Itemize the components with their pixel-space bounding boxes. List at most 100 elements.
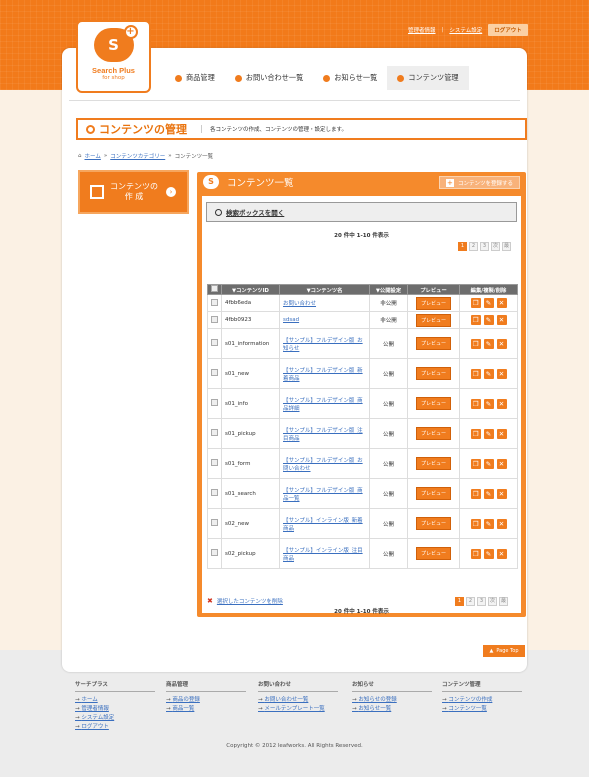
footer-link[interactable]: コンテンツ一覧	[442, 705, 522, 714]
pencil-icon[interactable]: ✎	[483, 368, 494, 379]
footer-link[interactable]: メールテンプレート一覧	[258, 705, 338, 714]
pencil-icon[interactable]: ✎	[483, 428, 494, 439]
close-icon[interactable]: ✕	[496, 428, 507, 439]
page-1[interactable]: 1	[458, 242, 467, 251]
footer-link[interactable]: お知らせ一覧	[352, 705, 432, 714]
page-3[interactable]: 3	[480, 242, 489, 251]
delete-selected-link[interactable]: 選択したコンテンツを削除	[217, 597, 283, 605]
breadcrumb-home[interactable]: ホーム	[85, 152, 101, 160]
copy-icon[interactable]: ❐	[470, 315, 481, 325]
preview-button[interactable]: プレビュー	[415, 547, 451, 560]
row-checkbox[interactable]	[211, 459, 218, 466]
close-icon[interactable]: ✕	[496, 315, 507, 325]
footer-link[interactable]: お知らせの登録	[352, 696, 432, 705]
pencil-icon[interactable]: ✎	[483, 315, 494, 325]
nav-notices[interactable]: お知らせ一覧	[313, 66, 387, 90]
footer-link[interactable]: お問い合わせ一覧	[258, 696, 338, 705]
content-name-link[interactable]: 【サンプル】フルデザイン版_商品詳細	[283, 398, 363, 412]
pencil-icon[interactable]: ✎	[483, 398, 494, 409]
row-checkbox[interactable]	[211, 399, 218, 406]
row-checkbox[interactable]	[211, 315, 218, 323]
pencil-icon[interactable]: ✎	[483, 518, 494, 529]
row-checkbox[interactable]	[211, 298, 218, 306]
content-name-link[interactable]: 【サンプル】インライン版_新着商品	[283, 518, 363, 532]
close-icon[interactable]: ✕	[496, 548, 507, 559]
page-2[interactable]: 2	[466, 597, 475, 606]
header-id[interactable]: ▼コンテンツID	[221, 284, 280, 295]
close-icon[interactable]: ✕	[496, 338, 507, 349]
content-name-link[interactable]: お問い合わせ	[283, 301, 316, 307]
row-checkbox[interactable]	[211, 489, 218, 496]
preview-button[interactable]: プレビュー	[415, 397, 451, 410]
copy-icon[interactable]: ❐	[470, 518, 481, 529]
close-icon[interactable]: ✕	[496, 458, 507, 469]
footer-link[interactable]: コンテンツの作成	[442, 696, 522, 705]
row-checkbox[interactable]	[211, 549, 218, 556]
page-2[interactable]: 2	[469, 242, 478, 251]
search-toggle[interactable]: 検索ボックスを開く	[206, 202, 517, 222]
page-last[interactable]: 最	[499, 597, 508, 606]
nav-inquiries[interactable]: お問い合わせ一覧	[225, 66, 314, 90]
row-checkbox[interactable]	[211, 519, 218, 526]
header-name[interactable]: ▼コンテンツ名	[279, 284, 370, 295]
admin-info-link[interactable]: 管理者情報	[408, 26, 436, 34]
nav-contents[interactable]: コンテンツ管理	[387, 66, 469, 90]
content-name-link[interactable]: sdsad	[283, 317, 299, 323]
system-settings-link[interactable]: システム設定	[449, 26, 482, 34]
page-top-button[interactable]: ▲ Page Top	[483, 645, 525, 657]
preview-button[interactable]: プレビュー	[415, 337, 451, 350]
content-name-link[interactable]: 【サンプル】フルデザイン版_お知らせ	[283, 338, 363, 352]
pencil-icon[interactable]: ✎	[483, 338, 494, 349]
logout-button[interactable]: ログアウト	[488, 23, 528, 36]
close-icon[interactable]: ✕	[496, 298, 507, 308]
close-icon[interactable]: ✕	[496, 398, 507, 409]
content-name-link[interactable]: 【サンプル】フルデザイン版_お問い合わせ	[283, 458, 363, 472]
pencil-icon[interactable]: ✎	[483, 458, 494, 469]
logo[interactable]: S + Search Plus for shop	[76, 20, 151, 93]
preview-button[interactable]: プレビュー	[415, 313, 451, 327]
page-next[interactable]: 次	[491, 242, 500, 251]
copy-icon[interactable]: ❐	[470, 458, 481, 469]
copy-icon[interactable]: ❐	[470, 368, 481, 379]
content-name-link[interactable]: 【サンプル】インライン版_注目商品	[283, 548, 363, 562]
footer-link[interactable]: 商品の登録	[166, 696, 246, 705]
footer-link[interactable]: ログアウト	[75, 723, 155, 732]
close-icon[interactable]: ✕	[496, 518, 507, 529]
close-icon[interactable]: ✕	[496, 368, 507, 379]
copy-icon[interactable]: ❐	[470, 548, 481, 559]
copy-icon[interactable]: ❐	[470, 398, 481, 409]
copy-icon[interactable]: ❐	[470, 338, 481, 349]
close-icon[interactable]: ✕	[496, 488, 507, 499]
preview-button[interactable]: プレビュー	[415, 457, 451, 470]
row-checkbox[interactable]	[211, 429, 218, 436]
footer-link[interactable]: システム設定	[75, 714, 155, 723]
page-next[interactable]: 次	[488, 597, 497, 606]
preview-button[interactable]: プレビュー	[415, 517, 451, 530]
breadcrumb-category[interactable]: コンテンツカテゴリー	[110, 152, 165, 160]
footer-link[interactable]: 管理者情報	[75, 705, 155, 714]
footer-link[interactable]: 商品一覧	[166, 705, 246, 714]
header-status[interactable]: ▼公開設定	[369, 284, 408, 295]
content-name-link[interactable]: 【サンプル】フルデザイン版_商品一覧	[283, 488, 363, 502]
pencil-icon[interactable]: ✎	[483, 298, 494, 308]
preview-button[interactable]: プレビュー	[415, 296, 451, 310]
preview-button[interactable]: プレビュー	[415, 427, 451, 440]
copy-icon[interactable]: ❐	[470, 428, 481, 439]
register-content-button[interactable]: + コンテンツを登録する	[438, 176, 520, 189]
preview-button[interactable]: プレビュー	[415, 487, 451, 500]
copy-icon[interactable]: ❐	[470, 488, 481, 499]
preview-button[interactable]: プレビュー	[415, 367, 451, 380]
copy-icon[interactable]: ❐	[470, 298, 481, 308]
row-checkbox[interactable]	[211, 369, 218, 376]
create-content-button[interactable]: コンテンツの作 成 ›	[78, 170, 189, 214]
nav-products[interactable]: 商品管理	[165, 66, 225, 90]
pencil-icon[interactable]: ✎	[483, 488, 494, 499]
content-name-link[interactable]: 【サンプル】フルデザイン版_新着商品	[283, 368, 363, 382]
page-3[interactable]: 3	[477, 597, 486, 606]
content-name-link[interactable]: 【サンプル】フルデザイン版_注目商品	[283, 428, 363, 442]
row-checkbox[interactable]	[211, 339, 218, 346]
select-all-checkbox[interactable]	[211, 285, 218, 292]
page-1[interactable]: 1	[455, 597, 464, 606]
page-last[interactable]: 最	[502, 242, 511, 251]
footer-link[interactable]: ホーム	[75, 696, 155, 705]
